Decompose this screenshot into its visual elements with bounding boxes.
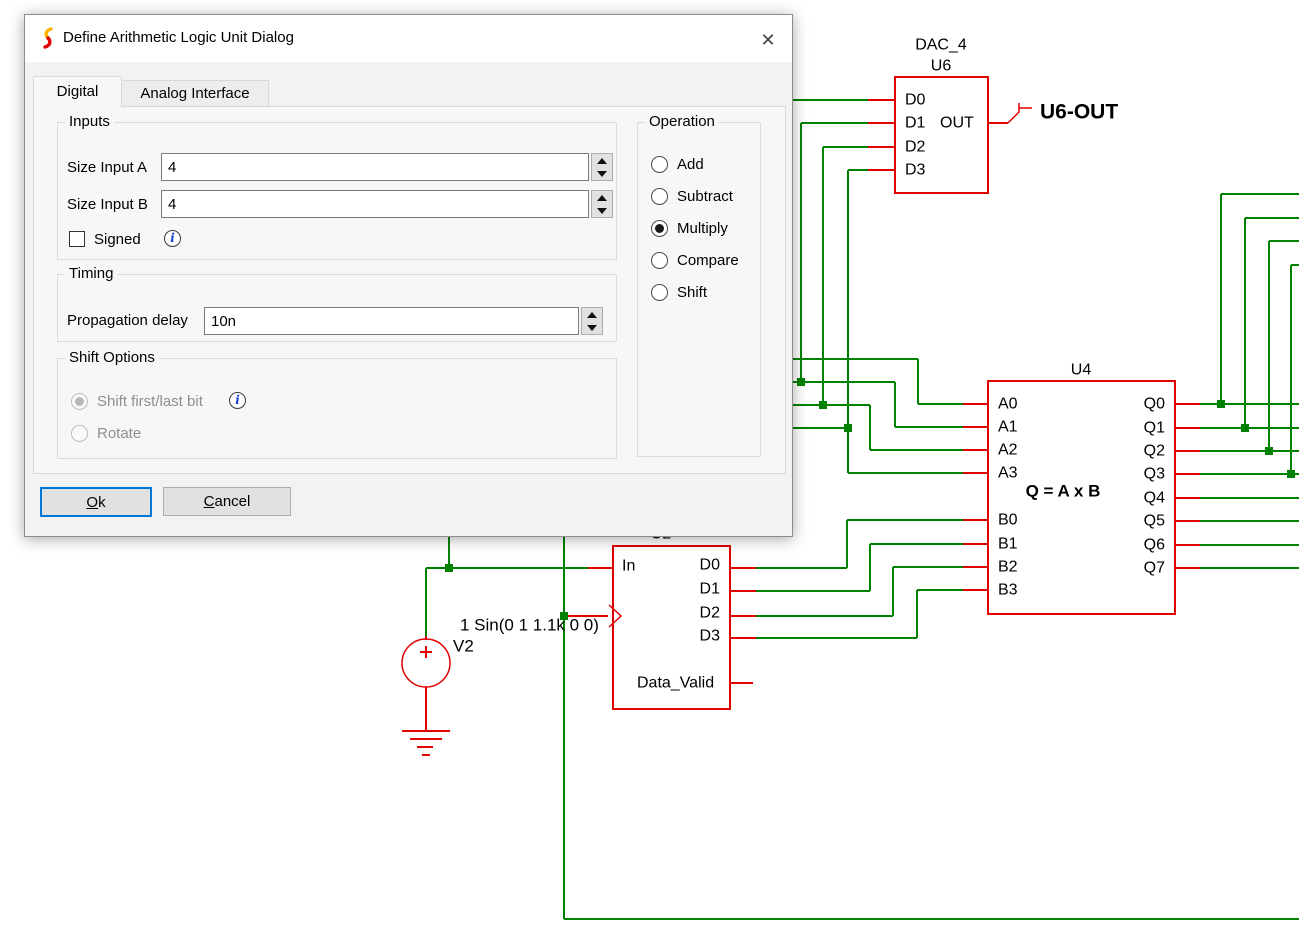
- propagation-delay-label: Propagation delay: [67, 312, 188, 330]
- schematic-label[interactable]: U6-OUT: [1040, 101, 1118, 124]
- close-icon[interactable]: ✕: [747, 25, 789, 55]
- terminal-symbol[interactable]: [609, 605, 621, 627]
- size-input-b-stepper: [591, 190, 613, 218]
- radio-subtract[interactable]: [651, 188, 668, 205]
- schematic-label[interactable]: Q7: [1144, 560, 1165, 577]
- wire-junction[interactable]: [1217, 400, 1225, 408]
- shift-options-group-label: Shift Options: [65, 350, 159, 366]
- radio-add[interactable]: [651, 156, 668, 173]
- schematic-label[interactable]: A3: [998, 465, 1018, 482]
- inputs-group-label: Inputs: [65, 114, 114, 130]
- radio-subtract-label: Subtract: [677, 188, 733, 206]
- tab-analog-interface[interactable]: Analog Interface: [121, 80, 269, 107]
- signed-checkbox[interactable]: [69, 231, 85, 247]
- signed-info-icon[interactable]: i: [164, 230, 181, 247]
- schematic-label[interactable]: D1: [700, 581, 721, 598]
- size-input-a-field[interactable]: [161, 153, 589, 181]
- alu-dialog: Define Arithmetic Logic Unit Dialog ✕ Di…: [24, 14, 793, 537]
- schematic-label[interactable]: DAC_4: [915, 37, 967, 54]
- schematic-label[interactable]: V2: [453, 637, 474, 656]
- wire-junction[interactable]: [1265, 447, 1273, 455]
- radio-rotate-label: Rotate: [97, 425, 141, 443]
- schematic-label[interactable]: A2: [998, 442, 1018, 459]
- wire-junction[interactable]: [844, 424, 852, 432]
- schematic-label[interactable]: D0: [700, 557, 721, 574]
- wire-junction[interactable]: [445, 564, 453, 572]
- schematic-label[interactable]: A0: [998, 396, 1018, 413]
- schematic-label[interactable]: D3: [700, 628, 721, 645]
- schematic-label[interactable]: U4: [1071, 362, 1092, 379]
- schematic-label[interactable]: Q5: [1144, 513, 1165, 530]
- radio-shift-first-last-bit: [71, 393, 88, 410]
- schematic-label[interactable]: OUT: [940, 115, 974, 132]
- size-input-b-step-down-button[interactable]: [592, 204, 612, 217]
- dialog-title: Define Arithmetic Logic Unit Dialog: [63, 29, 294, 47]
- schematic-label[interactable]: A1: [998, 419, 1018, 436]
- arrow-down-icon: [597, 208, 607, 214]
- radio-multiply[interactable]: [651, 220, 668, 237]
- radio-add-label: Add: [677, 156, 704, 174]
- schematic-label[interactable]: Q0: [1144, 396, 1165, 413]
- simetrix-logo-icon: [37, 27, 59, 49]
- size-input-a-label: Size Input A: [67, 159, 147, 177]
- arrow-up-icon: [587, 312, 597, 318]
- schematic-label[interactable]: D1: [905, 115, 926, 132]
- wire-junction[interactable]: [819, 401, 827, 409]
- propagation-delay-stepper: [581, 307, 603, 335]
- size-input-a-stepper: [591, 153, 613, 181]
- radio-compare-label: Compare: [677, 252, 739, 270]
- schematic-label[interactable]: B0: [998, 512, 1018, 529]
- schematic-label[interactable]: Q4: [1144, 490, 1165, 507]
- schematic-label[interactable]: B2: [998, 559, 1018, 576]
- schematic-label[interactable]: B3: [998, 582, 1018, 599]
- size-input-b-field[interactable]: [161, 190, 589, 218]
- schematic-label[interactable]: Q3: [1144, 466, 1165, 483]
- arrow-up-icon: [597, 158, 607, 164]
- radio-rotate: [71, 425, 88, 442]
- simetrix-app-window: { "dialog": { "title": "Define Arithmeti…: [0, 0, 1299, 945]
- radio-shift-label: Shift: [677, 284, 707, 302]
- wire-junction[interactable]: [797, 378, 805, 386]
- signed-label: Signed: [94, 231, 141, 249]
- arrow-down-icon: [587, 325, 597, 331]
- arrow-down-icon: [597, 171, 607, 177]
- schematic-label[interactable]: Q = A x B: [1026, 482, 1101, 501]
- radio-shift[interactable]: [651, 284, 668, 301]
- schematic-label[interactable]: D2: [905, 139, 926, 156]
- size-input-a-step-down-button[interactable]: [592, 167, 612, 180]
- terminal-symbol[interactable]: [1008, 103, 1019, 123]
- size-input-a-step-up-button[interactable]: [592, 154, 612, 167]
- schematic-label[interactable]: Data_Valid: [637, 675, 714, 692]
- radio-multiply-label: Multiply: [677, 220, 728, 238]
- dialog-titlebar[interactable]: Define Arithmetic Logic Unit Dialog ✕: [25, 15, 792, 62]
- size-input-b-label: Size Input B: [67, 196, 148, 214]
- timing-group-label: Timing: [65, 266, 117, 282]
- propagation-delay-step-down-button[interactable]: [582, 321, 602, 334]
- wire-junction[interactable]: [1241, 424, 1249, 432]
- schematic-label[interactable]: U6: [931, 58, 952, 75]
- radio-compare[interactable]: [651, 252, 668, 269]
- propagation-delay-step-up-button[interactable]: [582, 308, 602, 321]
- schematic-label[interactable]: Q1: [1144, 420, 1165, 437]
- radio-shift-first-last-bit-label: Shift first/last bit: [97, 393, 203, 411]
- propagation-delay-field[interactable]: [204, 307, 579, 335]
- tab-digital[interactable]: Digital: [33, 76, 122, 107]
- cancel-button[interactable]: Cancel: [163, 487, 291, 516]
- schematic-label[interactable]: D0: [905, 92, 926, 109]
- operation-group-label: Operation: [645, 114, 719, 130]
- schematic-label[interactable]: B1: [998, 536, 1018, 553]
- size-input-b-step-up-button[interactable]: [592, 191, 612, 204]
- ok-button[interactable]: Ok: [40, 487, 152, 517]
- schematic-label[interactable]: 1 Sin(0 1 1.1k 0 0): [460, 616, 599, 635]
- wire-junction[interactable]: [1287, 470, 1295, 478]
- arrow-up-icon: [597, 195, 607, 201]
- schematic-label[interactable]: Q2: [1144, 443, 1165, 460]
- schematic-label[interactable]: D2: [700, 605, 721, 622]
- schematic-label[interactable]: In: [622, 558, 635, 575]
- schematic-label[interactable]: D3: [905, 162, 926, 179]
- schematic-label[interactable]: Q6: [1144, 537, 1165, 554]
- shift-info-icon[interactable]: i: [229, 392, 246, 409]
